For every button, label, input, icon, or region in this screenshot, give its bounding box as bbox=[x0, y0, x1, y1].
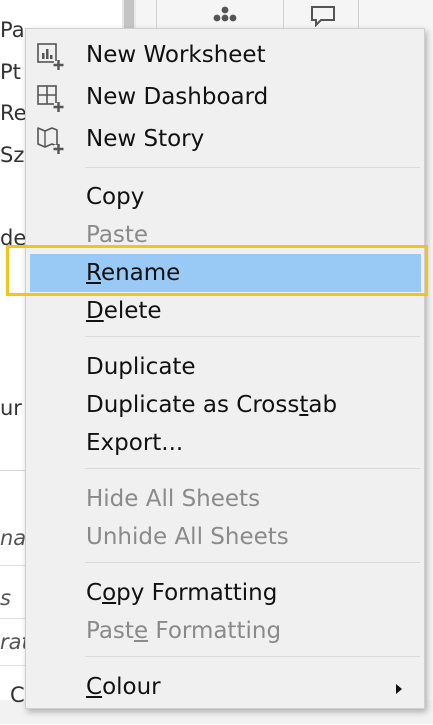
menu-item-label: Delete bbox=[86, 298, 162, 324]
menu-item-label: New Story bbox=[86, 126, 205, 152]
new-worksheet-icon bbox=[37, 43, 64, 70]
menu-separator bbox=[85, 167, 420, 168]
menu-item-new-worksheet[interactable]: New Worksheet bbox=[26, 36, 424, 74]
menu-item-label: Duplicate bbox=[86, 354, 196, 380]
menu-item-unhide-all-sheets: Unhide All Sheets bbox=[26, 518, 424, 556]
toolbar-divider bbox=[358, 0, 359, 30]
menu-item-label: Duplicate as Crosstab bbox=[86, 392, 338, 418]
menu-item-new-story[interactable]: New Story bbox=[26, 120, 424, 158]
comment-icon[interactable] bbox=[309, 5, 337, 27]
menu-item-label: Unhide All Sheets bbox=[86, 524, 289, 550]
menu-item-label: Export... bbox=[86, 430, 184, 456]
view-edge bbox=[425, 30, 433, 724]
menu-item-new-dashboard[interactable]: New Dashboard bbox=[26, 78, 424, 116]
toolbar-divider bbox=[283, 0, 284, 30]
field-label-fragment: Pa bbox=[0, 18, 25, 42]
submenu-arrow-icon bbox=[396, 684, 402, 694]
menu-item-label: Paste Formatting bbox=[86, 618, 282, 644]
highlight-annotation-box bbox=[6, 245, 428, 296]
menu-separator bbox=[85, 336, 420, 337]
menu-item-paste-formatting: Paste Formatting bbox=[26, 612, 424, 650]
menu-item-label: Copy bbox=[86, 184, 145, 210]
new-story-icon bbox=[37, 127, 64, 154]
menu-item-delete[interactable]: Delete bbox=[26, 292, 424, 330]
menu-item-duplicate-as-crosstab[interactable]: Duplicate as Crosstab bbox=[26, 386, 424, 424]
toolbar-divider bbox=[156, 0, 157, 30]
menu-item-label: Colour bbox=[86, 674, 161, 700]
group-icon[interactable] bbox=[210, 5, 240, 27]
menu-item-export[interactable]: Export... bbox=[26, 424, 424, 462]
new-dashboard-icon bbox=[37, 85, 64, 112]
menu-item-label: New Worksheet bbox=[86, 42, 266, 68]
shelf-label-fragment: s bbox=[0, 586, 11, 610]
menu-separator bbox=[85, 562, 420, 563]
menu-item-label: Hide All Sheets bbox=[86, 486, 261, 512]
menu-item-hide-all-sheets: Hide All Sheets bbox=[26, 480, 424, 518]
menu-separator bbox=[85, 656, 420, 657]
menu-separator bbox=[85, 468, 420, 469]
sheet-tab-label-fragment[interactable]: C bbox=[10, 683, 25, 707]
toolbar-strip bbox=[136, 0, 433, 30]
menu-item-label: Copy Formatting bbox=[86, 580, 278, 606]
menu-item-label: New Dashboard bbox=[86, 84, 269, 110]
menu-item-copy[interactable]: Copy bbox=[26, 178, 424, 216]
menu-item-duplicate[interactable]: Duplicate bbox=[26, 348, 424, 386]
menu-item-copy-formatting[interactable]: Copy Formatting bbox=[26, 574, 424, 612]
sheet-context-menu: New Worksheet New Dashboard New Story Co… bbox=[25, 28, 425, 709]
field-label-fragment: ur bbox=[0, 396, 22, 420]
field-label-fragment: Sz bbox=[0, 143, 25, 167]
menu-item-colour[interactable]: Colour bbox=[26, 668, 424, 706]
